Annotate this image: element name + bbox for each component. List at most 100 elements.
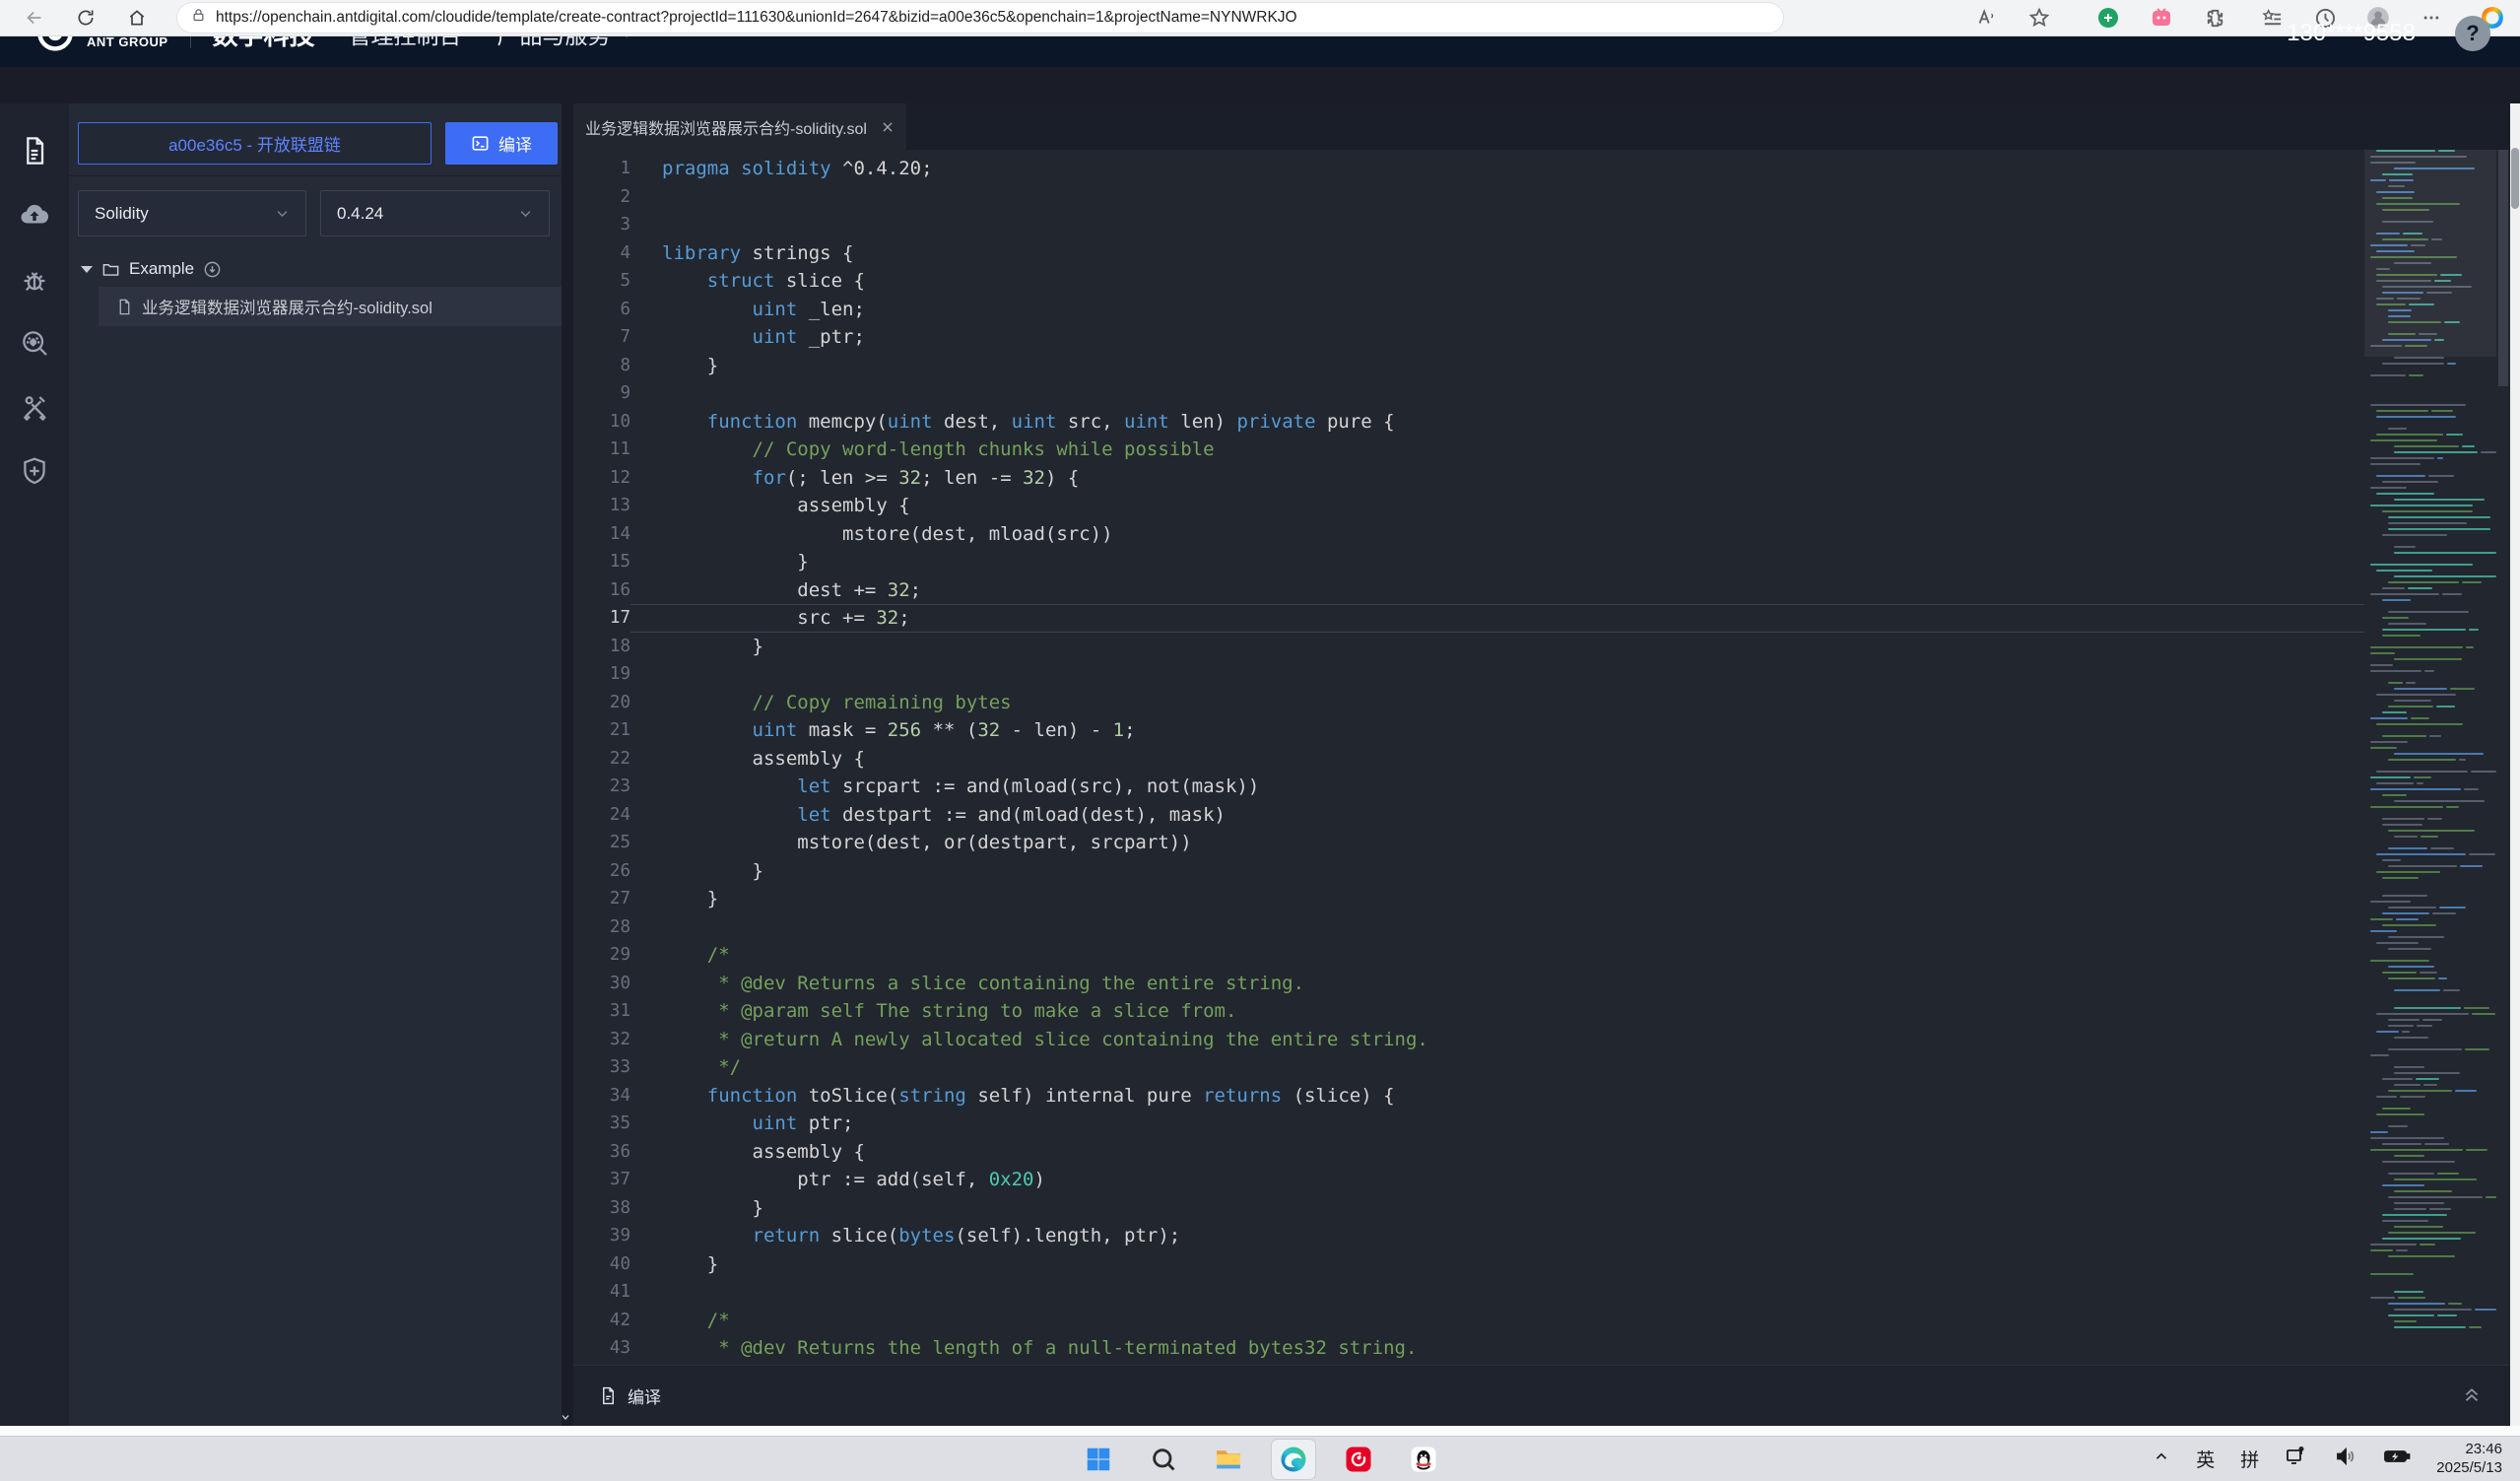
collapse-up-icon[interactable] bbox=[2461, 1382, 2483, 1409]
side-panel: a00e36c5 - 开放联盟链 编译 Solidity 0.4.24 Exam… bbox=[69, 103, 562, 1426]
tree-folder-row[interactable]: Example bbox=[81, 251, 222, 287]
code-line[interactable]: pragma solidity ^0.4.20; bbox=[630, 155, 2364, 183]
tab-solidity-file[interactable]: 业务逻辑数据浏览器展示合约-solidity.sol bbox=[573, 103, 906, 150]
code-line[interactable] bbox=[630, 379, 2364, 408]
reader-mode-icon[interactable] bbox=[1968, 3, 2004, 33]
file-explorer-icon[interactable] bbox=[1207, 1440, 1250, 1479]
language-select[interactable]: Solidity bbox=[78, 190, 306, 236]
code-line[interactable]: let destpart := and(mload(dest), mask) bbox=[630, 801, 2364, 830]
code-line[interactable]: } bbox=[630, 352, 2364, 380]
code-line[interactable]: */ bbox=[630, 1053, 2364, 1082]
code-line[interactable]: assembly { bbox=[630, 1138, 2364, 1167]
minimap-slider[interactable] bbox=[2364, 150, 2496, 357]
code-line[interactable]: mstore(dest, mload(src)) bbox=[630, 520, 2364, 549]
code-line[interactable]: * @param self The string to make a slice… bbox=[630, 997, 2364, 1026]
qq-icon[interactable] bbox=[1402, 1440, 1445, 1479]
battery-icon[interactable] bbox=[2383, 1445, 2411, 1473]
favorite-star-icon[interactable] bbox=[2022, 3, 2057, 33]
project-selector[interactable]: a00e36c5 - 开放联盟链 bbox=[78, 122, 431, 165]
code-area[interactable]: 1234567891011121314151617181920212223242… bbox=[573, 150, 2496, 1365]
ime-mode-indicator[interactable]: 拼 bbox=[2240, 1446, 2259, 1472]
home-icon[interactable] bbox=[120, 3, 154, 33]
edge-browser-icon[interactable] bbox=[1272, 1440, 1315, 1479]
code-line[interactable]: for(; len >= 32; len -= 32) { bbox=[630, 464, 2364, 493]
code-line[interactable] bbox=[630, 211, 2364, 239]
code-line[interactable] bbox=[630, 183, 2364, 212]
code-line[interactable]: function toSlice(string self) internal p… bbox=[630, 1082, 2364, 1111]
line-number: 7 bbox=[573, 323, 630, 352]
code-line[interactable]: src += 32; bbox=[630, 604, 2364, 633]
code-line[interactable]: assembly { bbox=[630, 745, 2364, 774]
help-icon[interactable]: ? bbox=[2455, 16, 2490, 51]
code-line[interactable]: assembly { bbox=[630, 492, 2364, 520]
code-line[interactable] bbox=[630, 1278, 2364, 1307]
code-line[interactable]: } bbox=[630, 633, 2364, 661]
version-select[interactable]: 0.4.24 bbox=[320, 190, 550, 236]
code-lines[interactable]: pragma solidity ^0.4.20; library strings … bbox=[630, 155, 2364, 1363]
code-line[interactable]: return slice(bytes(self).length, ptr); bbox=[630, 1222, 2364, 1250]
code-line[interactable]: uint ptr; bbox=[630, 1110, 2364, 1138]
code-line[interactable]: // Copy remaining bytes bbox=[630, 689, 2364, 717]
code-line[interactable]: // Copy word-length chunks while possibl… bbox=[630, 436, 2364, 464]
tree-file-row-selected[interactable]: 业务逻辑数据浏览器展示合约-solidity.sol bbox=[99, 287, 562, 326]
activity-bar bbox=[0, 103, 69, 1426]
editor-scrollbar-thumb[interactable] bbox=[2498, 150, 2508, 386]
refresh-icon[interactable] bbox=[69, 3, 102, 33]
tools-icon[interactable] bbox=[17, 389, 52, 425]
code-line[interactable]: } bbox=[630, 857, 2364, 886]
browser-vertical-scrollbar[interactable] bbox=[2510, 103, 2520, 1426]
extension-pink-icon[interactable] bbox=[2144, 3, 2179, 33]
code-line[interactable]: library strings { bbox=[630, 239, 2364, 268]
code-line[interactable]: * @dev Returns a slice containing the en… bbox=[630, 970, 2364, 998]
clock[interactable]: 23:46 2025/5/13 bbox=[2436, 1441, 2502, 1478]
cast-display-icon[interactable] bbox=[2285, 1445, 2308, 1473]
code-line[interactable]: } bbox=[630, 548, 2364, 576]
code-line[interactable]: let srcpart := and(mload(src), not(mask)… bbox=[630, 773, 2364, 801]
code-line[interactable]: /* bbox=[630, 1307, 2364, 1335]
extension-green-icon[interactable] bbox=[2090, 3, 2126, 33]
ime-language-indicator[interactable]: 英 bbox=[2196, 1446, 2215, 1472]
favorites-list-icon[interactable] bbox=[2254, 3, 2289, 33]
code-line[interactable]: uint mask = 256 ** (32 - len) - 1; bbox=[630, 716, 2364, 745]
browser-horizontal-scrollbar[interactable] bbox=[0, 1426, 2520, 1436]
cloud-download-icon[interactable] bbox=[203, 260, 222, 279]
scan-bug-icon[interactable] bbox=[17, 325, 52, 361]
line-number: 26 bbox=[573, 857, 630, 886]
code-line[interactable]: /* bbox=[630, 941, 2364, 970]
back-icon[interactable] bbox=[18, 3, 51, 33]
line-number: 34 bbox=[573, 1082, 630, 1111]
code-line[interactable]: function memcpy(uint dest, uint src, uin… bbox=[630, 408, 2364, 437]
code-line[interactable]: ptr := add(self, 0x20) bbox=[630, 1166, 2364, 1194]
compile-button[interactable]: 编译 bbox=[445, 122, 558, 165]
browser-scrollbar-thumb[interactable] bbox=[2511, 148, 2519, 209]
tray-expand-icon[interactable] bbox=[2153, 1447, 2170, 1470]
line-number: 13 bbox=[573, 492, 630, 520]
code-line[interactable]: mstore(dest, or(destpart, srcpart)) bbox=[630, 829, 2364, 857]
close-icon[interactable] bbox=[881, 120, 895, 134]
code-line[interactable]: dest += 32; bbox=[630, 576, 2364, 605]
bottom-compile-label[interactable]: 编译 bbox=[628, 1383, 661, 1408]
code-line[interactable]: * @return A newly allocated slice contai… bbox=[630, 1026, 2364, 1054]
code-line[interactable]: uint _ptr; bbox=[630, 323, 2364, 352]
editor-scrollbar[interactable] bbox=[2496, 150, 2510, 1365]
code-line[interactable]: * @dev Returns the length of a null-term… bbox=[630, 1334, 2364, 1363]
extensions-puzzle-icon[interactable] bbox=[2197, 3, 2232, 33]
start-button[interactable] bbox=[1077, 1440, 1120, 1479]
code-line[interactable]: struct slice { bbox=[630, 267, 2364, 296]
url-bar[interactable]: https://openchain.antdigital.com/cloudid… bbox=[177, 3, 1783, 33]
files-icon[interactable] bbox=[17, 133, 52, 168]
volume-icon[interactable] bbox=[2334, 1445, 2357, 1473]
line-number: 30 bbox=[573, 970, 630, 998]
code-line[interactable] bbox=[630, 660, 2364, 689]
code-line[interactable] bbox=[630, 913, 2364, 942]
code-line[interactable]: } bbox=[630, 885, 2364, 913]
account-phone[interactable]: 130****9558 bbox=[2287, 20, 2416, 47]
code-line[interactable]: } bbox=[630, 1250, 2364, 1279]
netease-music-icon[interactable] bbox=[1337, 1440, 1380, 1479]
search-icon[interactable] bbox=[1142, 1440, 1185, 1479]
debug-bug-icon[interactable] bbox=[17, 263, 52, 299]
code-line[interactable]: } bbox=[630, 1194, 2364, 1223]
cloud-upload-icon[interactable] bbox=[17, 197, 52, 233]
code-line[interactable]: uint _len; bbox=[630, 296, 2364, 324]
shield-security-icon[interactable] bbox=[17, 453, 52, 489]
